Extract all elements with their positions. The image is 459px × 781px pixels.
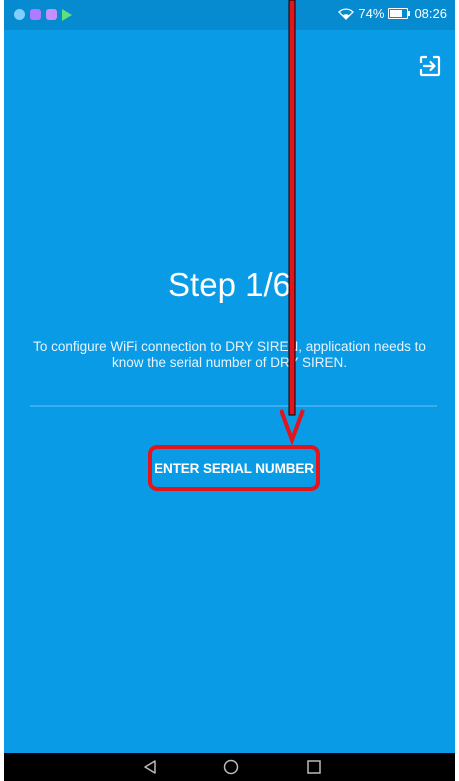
step-description: To configure WiFi connection to DRY SIRE… bbox=[33, 339, 426, 370]
exit-button[interactable] bbox=[418, 54, 442, 78]
wifi-icon bbox=[338, 7, 355, 20]
exit-to-app-icon bbox=[419, 55, 441, 77]
enter-serial-number-button[interactable]: ENTER SERIAL NUMBER bbox=[148, 445, 320, 491]
shield-app-icon bbox=[14, 9, 25, 20]
recent-apps-icon[interactable] bbox=[306, 759, 322, 775]
battery-icon bbox=[388, 8, 411, 19]
chat-app-icon bbox=[30, 9, 41, 20]
battery-percent: 74% bbox=[358, 6, 385, 21]
back-icon[interactable] bbox=[142, 759, 158, 775]
clock: 08:26 bbox=[414, 6, 447, 21]
app-screen: 74% 08:26 Step 1/6 To configure WiFi con… bbox=[4, 0, 455, 781]
gallery-app-icon bbox=[46, 9, 57, 20]
status-bar: 74% 08:26 bbox=[4, 0, 455, 30]
enter-serial-number-label: ENTER SERIAL NUMBER bbox=[154, 460, 314, 476]
home-icon[interactable] bbox=[223, 759, 239, 775]
annotation-arrow-icon bbox=[280, 0, 305, 445]
status-indicators: 74% 08:26 bbox=[338, 6, 447, 21]
navigation-bar bbox=[4, 753, 455, 781]
play-store-icon bbox=[62, 9, 72, 21]
divider bbox=[30, 405, 437, 407]
step-title: Step 1/6 bbox=[168, 266, 291, 303]
notification-icons bbox=[14, 9, 72, 21]
